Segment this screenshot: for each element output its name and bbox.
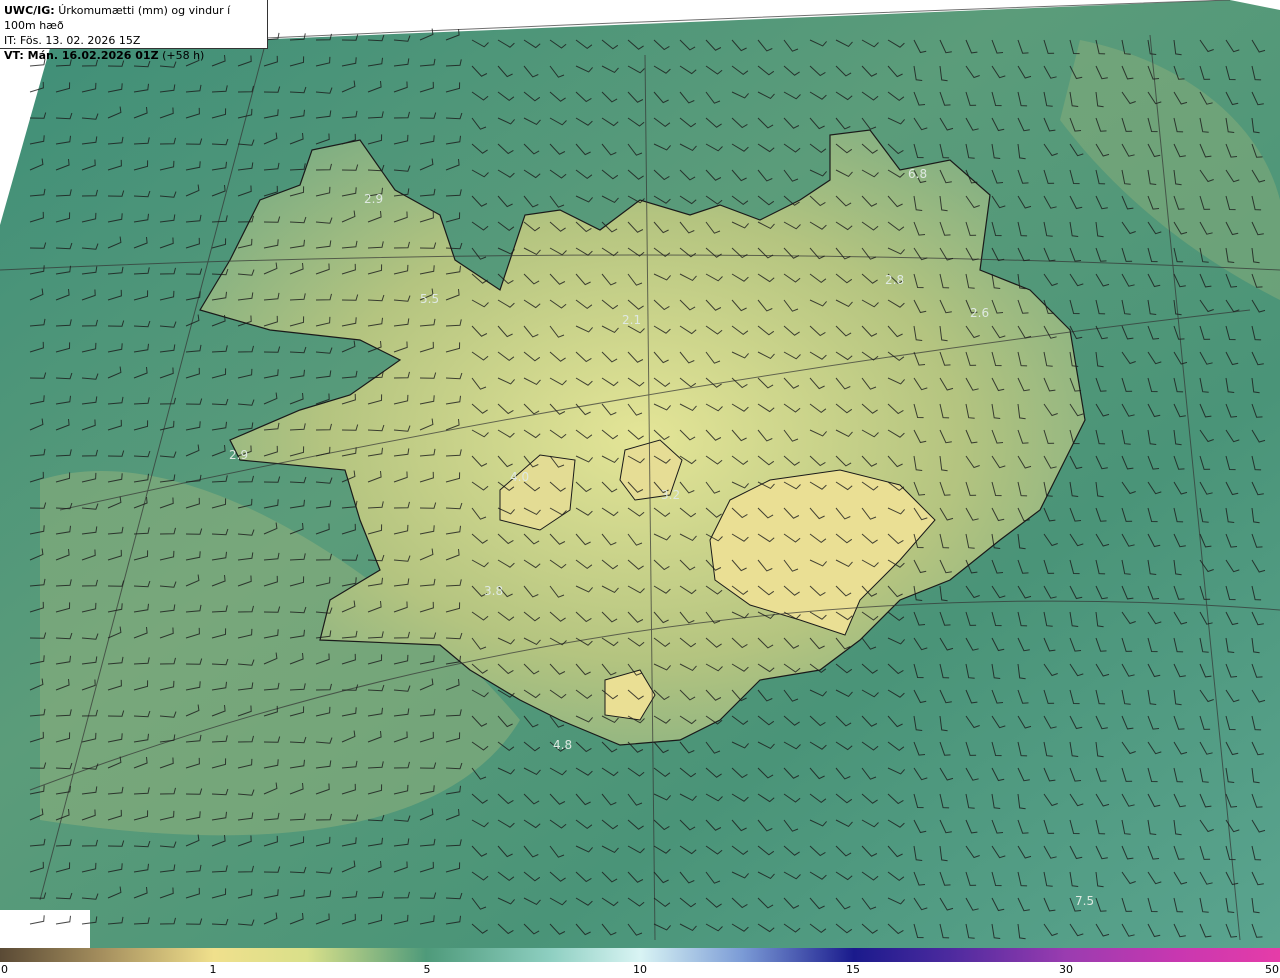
product-code: UWC/IG:: [4, 4, 55, 17]
init-time: IT: Fös. 13. 02. 2026 15Z: [4, 34, 141, 47]
colorbar-tick: 10: [633, 963, 647, 976]
map-value-label: 2.6: [970, 306, 989, 320]
map-value-label: 6.8: [908, 167, 927, 181]
colorbar-tick: 15: [846, 963, 860, 976]
map-value-label: 7.5: [1075, 894, 1094, 908]
map-value-label: 4.8: [553, 738, 572, 752]
map-value-label: 2.8: [885, 273, 904, 287]
colorbar-tick: 50: [1265, 963, 1279, 976]
map-value-label: 4.0: [510, 470, 529, 484]
map-value-label: 2.9: [229, 448, 248, 462]
map-corner-blank: [0, 910, 90, 948]
title-line: UWC/IG: Úrkomumætti (mm) og vindur í 100…: [4, 3, 263, 33]
colorbar-tick: 1: [209, 963, 217, 976]
colorbar-tick: 30: [1059, 963, 1073, 976]
map-value-label: 2.1: [622, 313, 641, 327]
colorbar-tick: 5: [423, 963, 431, 976]
valid-time: VT: Mán. 16.02.2026 01Z: [4, 49, 159, 62]
forecast-hour: (+58 h): [162, 49, 205, 62]
map-value-label: 3.8: [484, 584, 503, 598]
valid-time-line: VT: Mán. 16.02.2026 01Z (+58 h): [4, 48, 263, 63]
map-value-label: 2.9: [364, 192, 383, 206]
map-value-label: 3.2: [661, 488, 680, 502]
colorbar-tick: 0: [1, 963, 8, 976]
precipitation-colorbar: [0, 948, 1280, 962]
map-title-box: UWC/IG: Úrkomumætti (mm) og vindur í 100…: [0, 0, 268, 62]
map-value-label: 5.5: [420, 292, 439, 306]
precipitation-wind-map: 2.9 5.5 2.1 6.8 2.8 2.6 2.9 4.0 3.2 3.8 …: [0, 0, 1280, 948]
